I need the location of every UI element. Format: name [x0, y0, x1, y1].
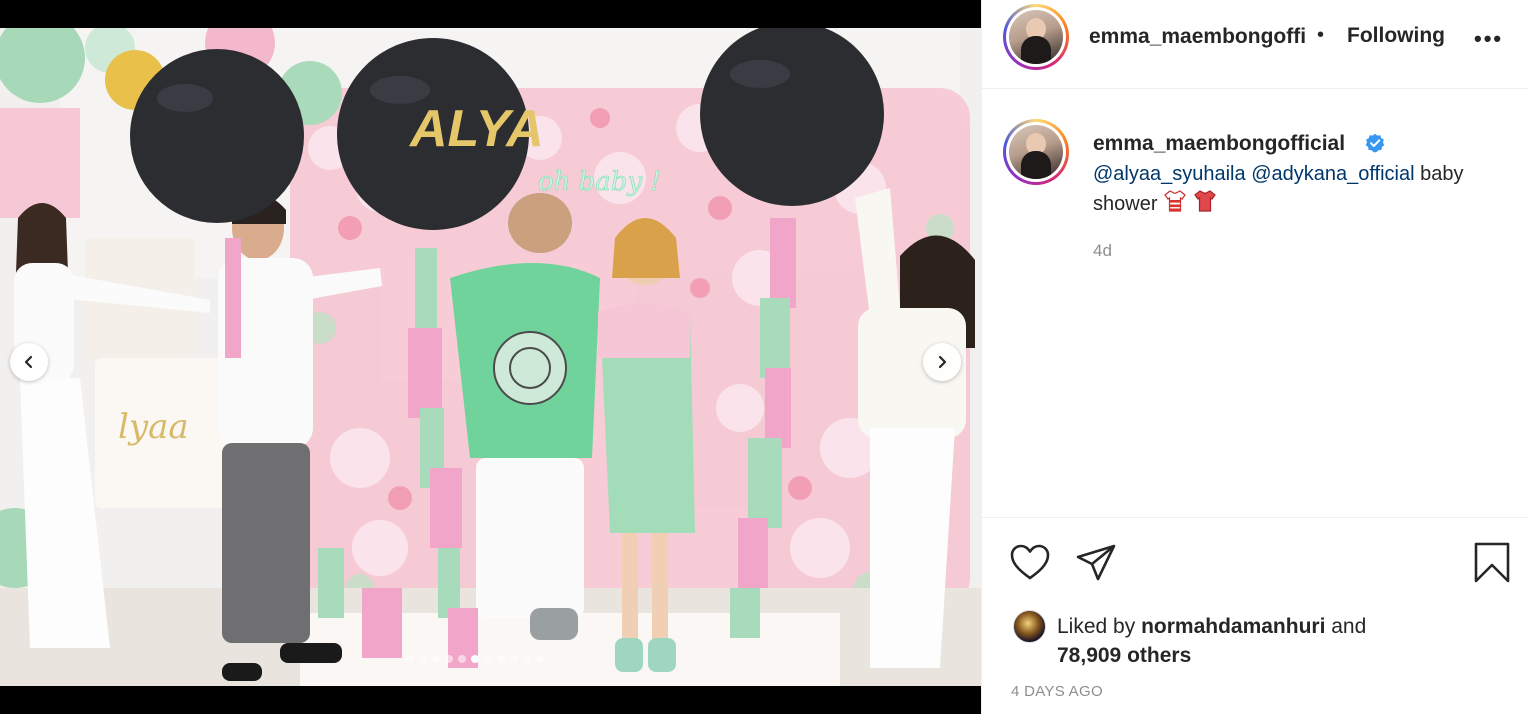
likes-others-link[interactable]: 78,909 others [1057, 644, 1191, 667]
more-options-button[interactable]: ••• [1474, 26, 1503, 52]
chevron-right-icon [938, 355, 947, 369]
share-icon[interactable] [1075, 542, 1117, 584]
post-photo[interactable]: ALYA oh baby ! lyaa [0, 28, 981, 686]
verified-badge-icon [1365, 133, 1385, 153]
neon-sign-text: oh baby ! [538, 167, 661, 197]
carousel-dot [523, 655, 531, 663]
balloon-text: ALYA [408, 100, 544, 158]
carousel-dot [458, 655, 466, 663]
caption-timestamp[interactable]: 4d [1093, 241, 1112, 261]
caption-username-link[interactable]: emma_maembongofficial [1093, 132, 1345, 156]
carousel-indicator [406, 655, 544, 663]
carousel-dot [445, 655, 453, 663]
carousel-dot [484, 655, 492, 663]
shirt-emoji-icon [1164, 190, 1186, 212]
header-separator: • [1317, 24, 1325, 46]
carousel-next-button[interactable] [923, 343, 961, 381]
liker-avatar[interactable] [1013, 610, 1046, 643]
caption-author-avatar[interactable] [1003, 119, 1069, 185]
actions-divider [982, 517, 1529, 518]
following-button[interactable]: Following [1347, 24, 1445, 48]
post-media: ALYA oh baby ! lyaa [0, 0, 981, 714]
mention-link[interactable]: @adykana_official [1251, 163, 1414, 185]
carousel-prev-button[interactable] [10, 343, 48, 381]
likes-summary: Liked by normahdamanhuri and 78,909 othe… [1057, 612, 1366, 670]
carousel-dot [471, 655, 479, 663]
likes-conjunction: and [1325, 615, 1367, 638]
shirt-emoji-icon [1193, 190, 1216, 212]
carousel-dot [497, 655, 505, 663]
likes-prefix: Liked by [1057, 615, 1142, 638]
heart-icon[interactable] [1009, 542, 1051, 584]
carousel-dot [510, 655, 518, 663]
carousel-dot [419, 655, 427, 663]
author-username-link[interactable]: emma_maembongoffi [1089, 25, 1306, 49]
chevron-left-icon [24, 355, 33, 369]
post-header: emma_maembongoffi • Following ••• [982, 0, 1529, 89]
mention-link[interactable]: @alyaa_syuhaila [1093, 163, 1246, 185]
carousel-dot [432, 655, 440, 663]
carousel-dot [536, 655, 544, 663]
table-sign-text: lyaa [118, 407, 189, 447]
author-avatar[interactable] [1003, 4, 1069, 70]
carousel-dot [406, 655, 414, 663]
post-details-panel: emma_maembongoffi • Following ••• emma_m… [981, 0, 1529, 714]
caption-text: @alyaa_syuhaila @adykana_official baby s… [1093, 160, 1513, 219]
post-photo-illustration: ALYA oh baby ! lyaa [0, 28, 981, 686]
post-date[interactable]: 4 DAYS AGO [1011, 683, 1103, 700]
bookmark-icon[interactable] [1472, 542, 1512, 584]
liker-username-link[interactable]: normahdamanhuri [1141, 615, 1325, 638]
